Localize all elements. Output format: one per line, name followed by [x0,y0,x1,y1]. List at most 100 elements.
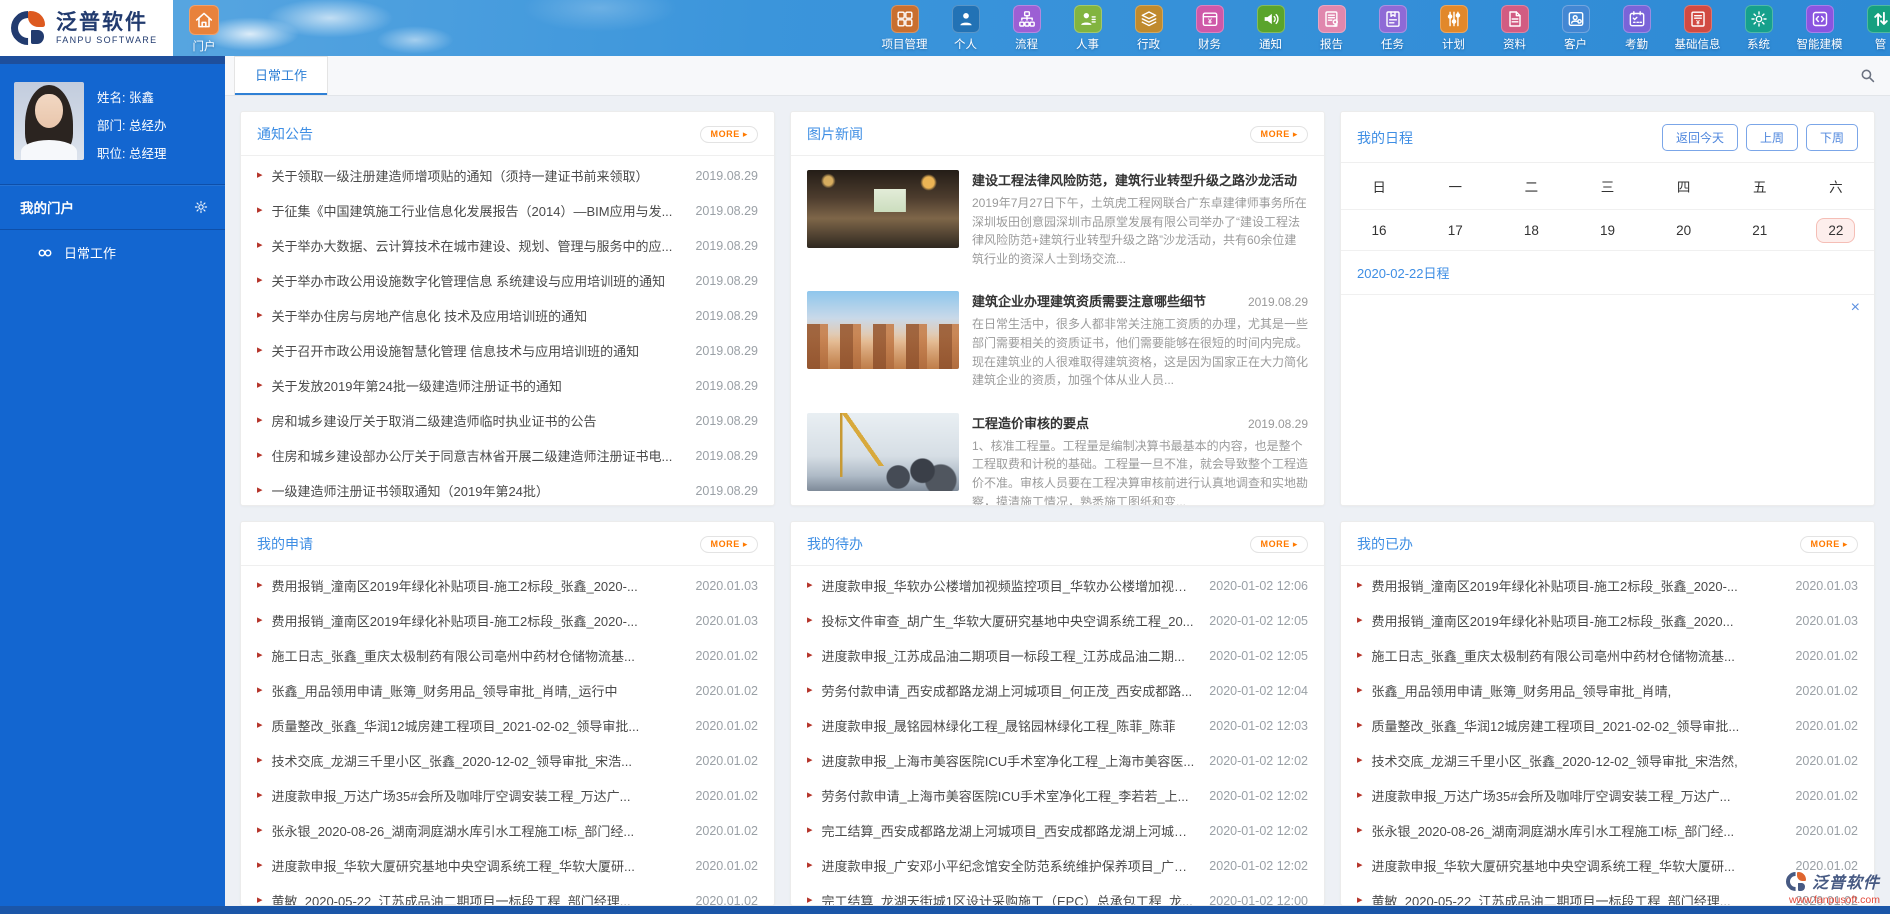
list-item[interactable]: ▸ 质量整改_张鑫_华润12城房建工程项目_2021-02-02_领导审批...… [241,708,774,743]
layers-icon [1135,5,1163,33]
nav-item-管[interactable]: 管 [1850,5,1890,52]
list-item[interactable]: ▸ 房和城乡建设厅关于取消二级建造师临时执业证书的公告 2019.08.29 [241,403,774,438]
calendar-date-21[interactable]: 21 [1722,223,1798,238]
nav-item-考勤[interactable]: 考勤 [1606,5,1667,52]
calendar-button-下周[interactable]: 下周 [1806,124,1858,151]
calendar-date-19[interactable]: 19 [1569,223,1645,238]
nav-item-智能建模[interactable]: 智能建模 [1789,5,1850,52]
calendar-button-返回今天[interactable]: 返回今天 [1662,124,1738,151]
list-item[interactable]: ▸ 关于发放2019年第24批一级建造师注册证书的通知 2019.08.29 [241,368,774,403]
news-item[interactable]: 建筑企业办理建筑资质需要注意哪些细节 2019.08.29 在日常生活中，很多人… [791,279,1324,400]
nav-item-人事[interactable]: 人事 [1057,5,1118,52]
bullet-icon: ▸ [257,415,263,426]
news-body: 2019年7月27日下午，土筑虎工程网联合广东卓建律师事务所在深圳坂田创意园深圳… [972,194,1308,268]
list-item[interactable]: ▸ 张永银_2020-08-26_湖南洞庭湖水库引水工程施工I标_部门经... … [241,813,774,848]
list-item-text: 关于领取一级注册建造师增项贴的通知（须持一建证书前来领取） [272,166,682,185]
more-button[interactable]: MORE [1250,126,1308,143]
nav-item-财务[interactable]: ¥ 财务 [1179,5,1240,52]
nav-item-通知[interactable]: 通知 [1240,5,1301,52]
nav-item-报告[interactable]: 报告 [1301,5,1362,52]
nav-item-资料[interactable]: 资料 [1484,5,1545,52]
list-item-text: 质量整改_张鑫_华润12城房建工程项目_2021-02-02_领导审批... [1372,716,1782,735]
money-icon: ¥ [1196,5,1224,33]
list-item[interactable]: ▸ 一级建造师注册证书领取通知（2019年第24批） 2019.08.29 [241,473,774,505]
list-item-date: 2020.01.02 [1795,824,1858,838]
list-item[interactable]: ▸ 进度款申报_华软办公楼增加视频监控项目_华软办公楼增加视频... 2020-… [791,568,1324,603]
list-item[interactable]: ▸ 进度款申报_广安邓小平纪念馆安全防范系统维护保养项目_广安... 2020-… [791,848,1324,883]
news-item[interactable]: 工程造价审核的要点 2019.08.29 1、核准工程量。工程量是编制决算书最基… [791,401,1324,505]
list-item-date: 2020.01.03 [1795,579,1858,593]
doc-mic-icon [1318,5,1346,33]
list-item[interactable]: ▸ 住房和城乡建设部办公厅关于同意吉林省开展二级建造师注册证书电... 2019… [241,438,774,473]
list-item[interactable]: ▸ 施工日志_张鑫_重庆太极制药有限公司亳州中药材仓储物流基... 2020.0… [1341,638,1874,673]
list-item[interactable]: ▸ 费用报销_潼南区2019年绿化补贴项目-施工2标段_张鑫_2020-... … [241,568,774,603]
list-item-date: 2020.01.02 [695,894,758,906]
list-item[interactable]: ▸ 施工日志_张鑫_重庆太极制药有限公司亳州中药材仓储物流基... 2020.0… [241,638,774,673]
more-button[interactable]: MORE [1250,536,1308,553]
more-button[interactable]: MORE [1800,536,1858,553]
list-item[interactable]: ▸ 进度款申报_万达广场35#会所及咖啡厅空调安装工程_万达广... 2020.… [1341,778,1874,813]
list-item[interactable]: ▸ 黄敏_2020-05-22_江苏成品油二期项目一标段工程_部门经理... 2… [241,883,774,905]
tab-daily-work[interactable]: 日常工作 [234,56,328,95]
calendar-date-18[interactable]: 18 [1493,223,1569,238]
list-item[interactable]: ▸ 投标文件审查_胡广生_华软大厦研究基地中央空调系统工程_20... 2020… [791,603,1324,638]
nav-item-系统[interactable]: 系统 [1728,5,1789,52]
nav-item-计划[interactable]: 计划 [1423,5,1484,52]
list-item[interactable]: ▸ 进度款申报_华软大厦研究基地中央空调系统工程_华软大厦研... 2020.0… [241,848,774,883]
list-item[interactable]: ▸ 劳务付款申请_西安成都路龙湖上河城项目_何正茂_西安成都路... 2020-… [791,673,1324,708]
calendar-date-20[interactable]: 20 [1646,223,1722,238]
close-icon[interactable]: × [1851,300,1860,316]
list-item[interactable]: ▸ 张鑫_用品领用申请_账簿_财务用品_领导审批_肖晴,_运行中 2020.01… [241,673,774,708]
list-item[interactable]: ▸ 劳务付款申请_上海市美容医院ICU手术室净化工程_李若若_上... 2020… [791,778,1324,813]
nav-item-portal[interactable]: 门户 [186,5,222,54]
nav-item-流程[interactable]: 流程 [996,5,1057,52]
calendar-date-17[interactable]: 17 [1417,223,1493,238]
bullet-icon: ▸ [257,450,263,461]
calendar-date-16[interactable]: 16 [1341,223,1417,238]
list-item-text: 费用报销_潼南区2019年绿化补贴项目-施工2标段_张鑫_2020-... [1372,576,1782,595]
list-item[interactable]: ▸ 关于召开市政公用设施智慧化管理 信息技术与应用培训班的通知 2019.08.… [241,333,774,368]
search-icon[interactable] [1859,67,1876,84]
bullet-icon: ▸ [1357,860,1363,871]
list-item[interactable]: ▸ 质量整改_张鑫_华润12城房建工程项目_2021-02-02_领导审批...… [1341,708,1874,743]
list-item[interactable]: ▸ 张永银_2020-08-26_湖南洞庭湖水库引水工程施工I标_部门经... … [1341,813,1874,848]
doc-icon [1501,5,1529,33]
list-item[interactable]: ▸ 关于举办大数据、云计算技术在城市建设、规划、管理与服务中的应... 2019… [241,228,774,263]
person-doc-icon [1074,5,1102,33]
list-item[interactable]: ▸ 进度款申报_晟铭园林绿化工程_晟铭园林绿化工程_陈菲_陈菲 2020-01-… [791,708,1324,743]
calendar-date-22[interactable]: 22 [1798,223,1874,238]
list-item[interactable]: ▸ 费用报销_潼南区2019年绿化补贴项目-施工2标段_张鑫_2020-... … [1341,568,1874,603]
home-icon [189,5,219,35]
list-item[interactable]: ▸ 关于领取一级注册建造师增项贴的通知（须持一建证书前来领取） 2019.08.… [241,158,774,193]
list-item[interactable]: ▸ 关于举办市政公用设施数字化管理信息 系统建设与应用培训班的通知 2019.0… [241,263,774,298]
panel-title: 我的已办 [1357,534,1413,554]
list-item[interactable]: ▸ 进度款申报_万达广场35#会所及咖啡厅空调安装工程_万达广... 2020.… [241,778,774,813]
more-button[interactable]: MORE [700,536,758,553]
list-item[interactable]: ▸ 完工结算_西安成都路龙湖上河城项目_西安成都路龙湖上河城项... 2020-… [791,813,1324,848]
list-item[interactable]: ▸ 张鑫_用品领用申请_账簿_财务用品_领导审批_肖晴, 2020.01.02 [1341,673,1874,708]
nav-item-个人[interactable]: 个人 [935,5,996,52]
list-item[interactable]: ▸ 费用报销_潼南区2019年绿化补贴项目-施工2标段_张鑫_2020-... … [241,603,774,638]
calendar-button-上周[interactable]: 上周 [1746,124,1798,151]
gear-icon[interactable] [193,199,209,215]
nav-item-项目管理[interactable]: 项目管理 [874,5,935,52]
avatar [14,82,84,160]
list-item[interactable]: ▸ 进度款申报_江苏成品油二期项目一标段工程_江苏成品油二期... 2020-0… [791,638,1324,673]
list-item[interactable]: ▸ 于征集《中国建筑施工行业信息化发展报告（2014）—BIM应用与发... 2… [241,193,774,228]
more-button[interactable]: MORE [700,126,758,143]
list-item[interactable]: ▸ 完工结算_龙湖天街城1区设计采购施工（EPC）总承包工程_龙... 2020… [791,883,1324,905]
user-department: 部门: 总经办 [97,112,166,140]
news-item[interactable]: 建设工程法律风险防范，建筑行业转型升级之路沙龙活动 2019年7月27日下午，土… [791,158,1324,279]
nav-item-基础信息[interactable]: ¥ 基础信息 [1667,5,1728,52]
nav-item-任务[interactable]: 任务 [1362,5,1423,52]
list-item[interactable]: ▸ 技术交底_龙湖三千里小区_张鑫_2020-12-02_领导审批_宋浩然, 2… [1341,743,1874,778]
list-item[interactable]: ▸ 费用报销_潼南区2019年绿化补贴项目-施工2标段_张鑫_2020... 2… [1341,603,1874,638]
nav-item-客户[interactable]: 客户 [1545,5,1606,52]
sidebar-item-daily-work[interactable]: 日常工作 [0,230,225,275]
nav-item-行政[interactable]: 行政 [1118,5,1179,52]
bullet-icon: ▸ [257,790,263,801]
list-item[interactable]: ▸ 关于举办住房与房地产信息化 技术及应用培训班的通知 2019.08.29 [241,298,774,333]
list-item[interactable]: ▸ 技术交底_龙湖三千里小区_张鑫_2020-12-02_领导审批_宋浩... … [241,743,774,778]
list-item[interactable]: ▸ 进度款申报_上海市美容医院ICU手术室净化工程_上海市美容医... 2020… [791,743,1324,778]
news-image [807,170,959,248]
